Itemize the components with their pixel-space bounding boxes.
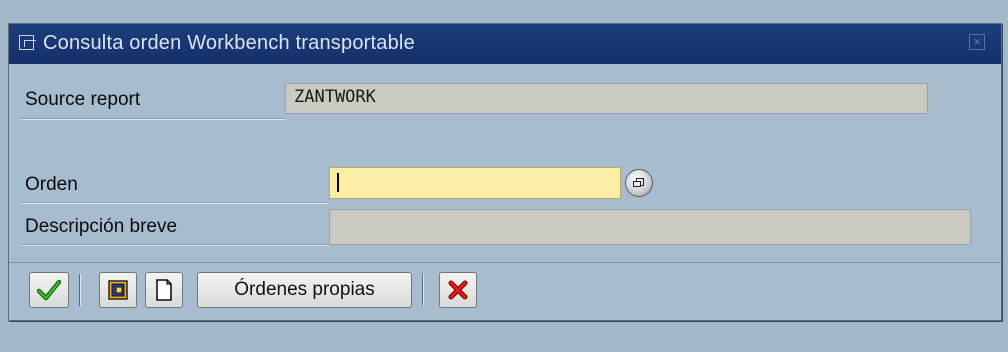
cancel-button[interactable] <box>439 272 477 308</box>
dialog-toolbar: Órdenes propias <box>9 262 1001 319</box>
descripcion-label-underline <box>21 244 329 246</box>
dialog-window: Consulta orden Workbench transportable ×… <box>8 23 1002 321</box>
orden-label: Orden <box>25 174 78 195</box>
other-request-button[interactable] <box>99 272 137 308</box>
frame-icon <box>107 279 129 301</box>
checkmark-icon <box>37 279 61 301</box>
descripcion-field <box>329 209 971 245</box>
window-icon <box>19 35 36 50</box>
own-orders-label: Órdenes propias <box>234 279 375 300</box>
source-report-label: Source report <box>25 89 141 110</box>
own-orders-button[interactable]: Órdenes propias <box>197 272 412 308</box>
close-icon[interactable]: × <box>969 34 985 50</box>
descripcion-label: Descripción breve <box>25 216 178 237</box>
orden-input[interactable] <box>329 167 621 199</box>
title-bar[interactable]: Consulta orden Workbench transportable × <box>9 24 1001 64</box>
new-document-icon <box>154 278 174 302</box>
create-request-button[interactable] <box>145 272 183 308</box>
dialog-title: Consulta orden Workbench transportable <box>43 32 415 54</box>
text-cursor <box>337 173 339 192</box>
orden-label-underline <box>21 202 329 204</box>
f4-value-help-icon[interactable] <box>625 169 653 197</box>
toolbar-separator <box>422 274 424 306</box>
source-report-label-underline <box>21 118 285 120</box>
source-report-field: ZANTWORK <box>285 83 928 114</box>
red-x-icon <box>447 279 469 301</box>
continue-button[interactable] <box>29 272 69 308</box>
toolbar-separator <box>79 274 81 306</box>
